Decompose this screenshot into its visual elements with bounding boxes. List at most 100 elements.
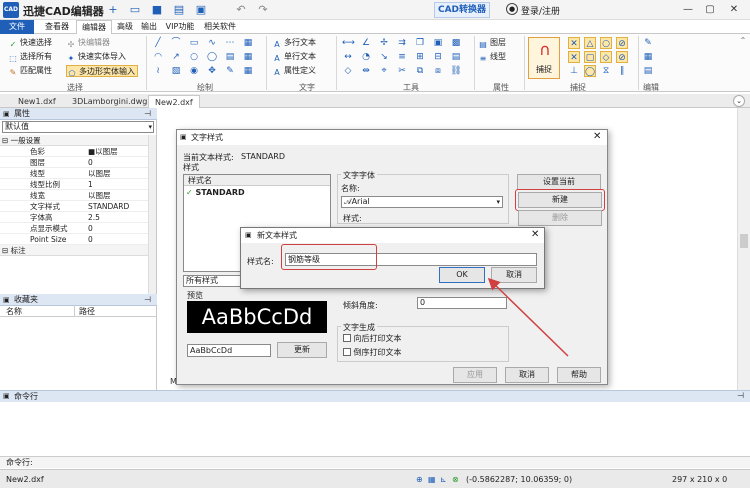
attr-def-button[interactable]: A 属性定义 — [272, 65, 316, 77]
angle-icon[interactable]: ∠ — [360, 37, 372, 49]
edit-attr-icon[interactable]: ▤ — [642, 65, 654, 77]
copy-icon[interactable]: ❐ — [414, 37, 426, 49]
preview-input[interactable]: AaBbCcDd — [187, 344, 271, 357]
pin-icon[interactable]: ⊣ — [737, 391, 744, 400]
quick-editor-button[interactable]: ✣ 快编辑器 — [66, 37, 110, 49]
minimize-icon[interactable]: — — [680, 2, 696, 18]
prop-row[interactable]: 线宽 以图层 — [0, 190, 148, 201]
radius-icon[interactable]: ◔ — [360, 51, 372, 63]
multiline-text-button[interactable]: A 多行文本 — [272, 37, 316, 49]
undo-icon[interactable]: ↶ — [234, 3, 248, 17]
add-icon[interactable]: + — [106, 3, 120, 17]
ok-button[interactable]: OK — [439, 267, 485, 283]
curve-icon[interactable]: ≀ — [152, 65, 164, 77]
prop-row[interactable]: 字体高 2.5 — [0, 212, 148, 223]
upside-checkbox[interactable]: 倒序打印文本 — [343, 347, 402, 358]
line-icon[interactable]: ╱ — [152, 37, 164, 49]
align-icon[interactable]: ≡ — [396, 51, 408, 63]
spline-icon[interactable]: ∿ — [206, 37, 218, 49]
quick-select-button[interactable]: ✓ 快速选择 — [8, 37, 52, 49]
snap-extension-icon[interactable]: ◇ — [600, 51, 612, 63]
quick-import-button[interactable]: ✦ 快速实体导入 — [66, 51, 126, 63]
snap-perp-icon[interactable]: ⊥ — [568, 65, 580, 77]
tab-editor[interactable]: 编辑器 — [76, 20, 112, 34]
id-icon[interactable]: ⌖ — [378, 65, 390, 77]
group-icon[interactable]: ⧉ — [414, 65, 426, 77]
snap-endpoint-icon[interactable]: ✕ — [568, 37, 580, 49]
arc-icon[interactable]: ◠ — [152, 51, 164, 63]
snap-button[interactable]: ∩ 捕捉 — [528, 37, 560, 79]
cad-converter-button[interactable]: CAD转换器 — [434, 2, 490, 18]
link-icon[interactable]: ⛓ — [450, 65, 462, 77]
tab-file[interactable]: 文件 — [0, 20, 34, 34]
snap-node-icon[interactable]: ⊘ — [616, 37, 628, 49]
linetype-button[interactable]: ≡ 线型 — [478, 51, 506, 63]
doc-tab-new2[interactable]: New2.dxf — [148, 95, 200, 108]
prop-row[interactable]: 线型 以图层 — [0, 168, 148, 179]
redo-icon[interactable]: ↷ — [256, 3, 270, 17]
snap-quadrant-icon[interactable]: ✕ — [568, 51, 580, 63]
insert-icon[interactable]: ⊞ — [414, 51, 426, 63]
purge-icon[interactable]: ✂ — [396, 65, 408, 77]
export-icon[interactable]: ▣ — [194, 3, 208, 17]
xref-icon[interactable]: ⊟ — [432, 51, 444, 63]
pin-icon[interactable]: ⊣ — [144, 295, 151, 304]
canvas-scrollbar[interactable] — [737, 108, 750, 390]
snap-midpoint-icon[interactable]: △ — [584, 37, 596, 49]
snap-parallel-icon[interactable]: ∥ — [616, 65, 628, 77]
pen-icon[interactable]: ✎ — [224, 65, 236, 77]
user-icon[interactable]: ● — [506, 3, 518, 15]
circle-icon[interactable]: ○ — [188, 51, 200, 63]
command-line[interactable]: 命令行: — [0, 456, 750, 468]
tab-output[interactable]: 输出 — [138, 20, 160, 34]
tabs-menu-icon[interactable]: ⌄ — [733, 95, 745, 107]
update-button[interactable]: 更新 — [277, 342, 327, 358]
ribbon-collapse-icon[interactable]: ⌃ — [738, 36, 748, 46]
donut-icon[interactable]: ◉ — [188, 65, 200, 77]
snap-tangent-icon[interactable]: ◯ — [584, 65, 596, 77]
apply-button[interactable]: 应用 — [453, 367, 497, 383]
font-select[interactable]: 𝒜Arial ▾ — [341, 196, 503, 208]
singleline-text-button[interactable]: A 单行文本 — [272, 51, 316, 63]
scroll-thumb[interactable] — [740, 234, 748, 248]
osnap-status-icon[interactable]: ⊗ — [452, 470, 459, 489]
offset-icon[interactable]: ⇉ — [396, 37, 408, 49]
backward-checkbox[interactable]: 向后打印文本 — [343, 333, 402, 344]
region-icon[interactable]: ▧ — [170, 65, 182, 77]
paste-icon[interactable]: ▣ — [432, 37, 444, 49]
prop-group-general[interactable]: ⊟ 一般设置 — [0, 135, 148, 146]
snap-nearest-icon[interactable]: ⧖ — [600, 65, 612, 77]
maximize-icon[interactable]: ▢ — [702, 2, 718, 18]
rectangle-icon[interactable]: ▭ — [188, 37, 200, 49]
tab-vip[interactable]: VIP功能 — [162, 20, 198, 34]
ortho-status-icon[interactable]: ⊾ — [440, 470, 447, 489]
select-all-button[interactable]: ⬚ 选择所有 — [8, 51, 52, 63]
measure-icon[interactable]: ⟷ — [342, 37, 355, 49]
properties-scrollbar[interactable] — [148, 135, 156, 295]
oblique-input[interactable]: 0 — [417, 297, 507, 309]
prop-row[interactable]: Point Size 0 — [0, 234, 148, 245]
block-icon[interactable]: ▤ — [224, 51, 236, 63]
leader-icon[interactable]: ↘ — [378, 51, 390, 63]
prop-row[interactable]: 点显示模式 0 — [0, 223, 148, 234]
polyline-icon[interactable]: ⌒ — [170, 37, 182, 49]
prop-group-mark[interactable]: ⊟ 标注 — [0, 245, 148, 256]
tab-related[interactable]: 相关软件 — [200, 20, 240, 34]
ellipse-icon[interactable]: ◯ — [206, 51, 218, 63]
close-icon[interactable]: ✕ — [593, 131, 601, 142]
close-icon[interactable]: ✕ — [531, 229, 539, 240]
snap-status-icon[interactable]: ⊕ — [416, 470, 423, 489]
snap-center-icon[interactable]: ○ — [600, 37, 612, 49]
prop-row[interactable]: 线型比例 1 — [0, 179, 148, 190]
edit-text-icon[interactable]: ✎ — [642, 37, 654, 49]
doc-tab-lamborgini[interactable]: 3DLamborgini.dwg — [66, 95, 153, 108]
layer-button[interactable]: ▤ 图层 — [478, 37, 506, 49]
grid-icon[interactable]: ▦ — [242, 65, 254, 77]
ray-icon[interactable]: ↗ — [170, 51, 182, 63]
table-icon[interactable]: ▦ — [242, 51, 254, 63]
dimension-icon[interactable]: ↔ — [342, 51, 354, 63]
ole-icon[interactable]: ▤ — [450, 51, 462, 63]
edit-grid-icon[interactable]: ▦ — [642, 51, 654, 63]
move-icon[interactable]: ✥ — [206, 65, 218, 77]
snap-intersection-icon[interactable]: ▢ — [584, 51, 596, 63]
